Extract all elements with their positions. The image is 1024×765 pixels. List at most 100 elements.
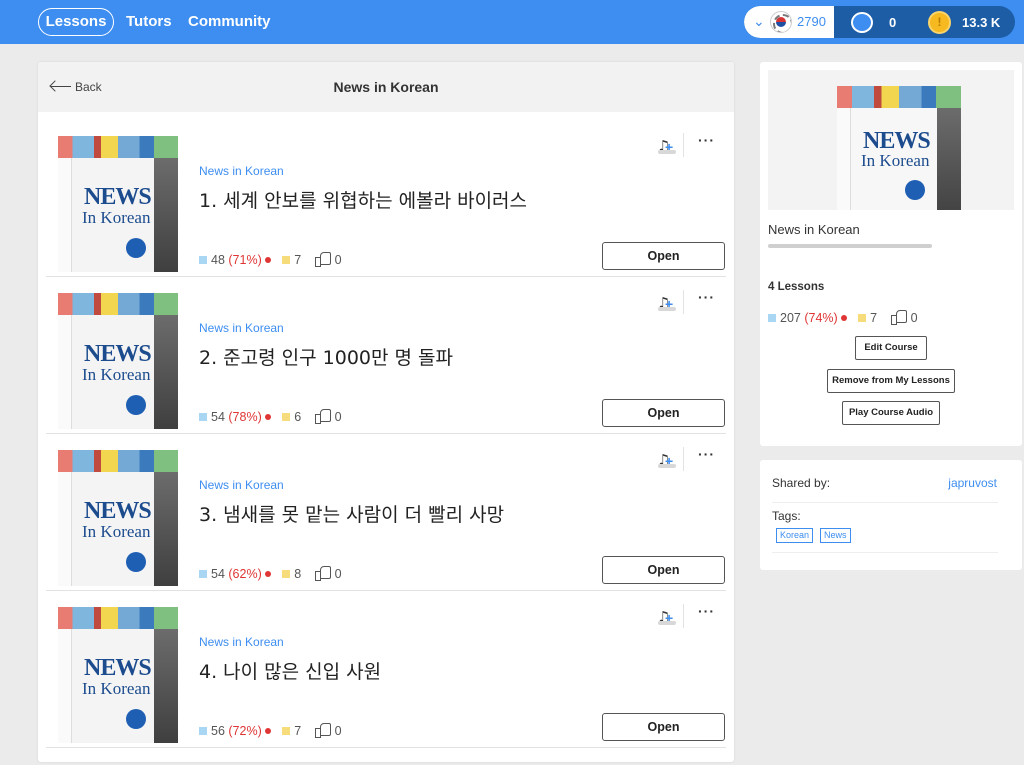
page-title: News in Korean (333, 79, 439, 95)
open-lesson-button[interactable]: Open (602, 242, 725, 270)
tag-news[interactable]: News (820, 528, 851, 543)
playlist-underline (658, 464, 676, 468)
new-words-count: 56 (211, 724, 225, 738)
lingqs-square-icon (282, 570, 291, 578)
open-lesson-button[interactable]: Open (602, 399, 725, 427)
thumbs-up-icon[interactable] (314, 409, 331, 424)
more-options-icon[interactable]: ··· (698, 289, 715, 305)
thumbs-up-icon[interactable] (314, 723, 331, 738)
add-to-playlist-icon[interactable]: ♫ + (656, 136, 676, 155)
cover-strip (58, 136, 178, 158)
lesson-card: NEWS In Korean News in Korean 3. 냄새를 못 맡… (46, 434, 726, 591)
lesson-category-link[interactable]: News in Korean (199, 635, 284, 649)
new-words-count: 54 (211, 410, 225, 424)
lingqs-square-icon (858, 314, 867, 322)
cover-in-korean-text: In Korean (82, 522, 151, 541)
cover-spine (58, 315, 72, 429)
cover-badge (126, 395, 146, 415)
more-options-icon[interactable]: ··· (698, 603, 715, 619)
new-words-percent: (72%) (228, 724, 262, 738)
coins-count: 13.3 K (962, 15, 1001, 30)
status-dot-icon (264, 571, 271, 577)
lesson-card: NEWS In Korean News in Korean 4. 나이 많은 신… (46, 591, 726, 748)
thumbs-up-icon[interactable] (314, 566, 331, 581)
shared-info-panel: Shared by: japruvost Tags: Korean News (760, 460, 1022, 570)
playlist-underline (658, 307, 676, 311)
stats-bar: ⌄ 2790 0 ! 13.3 K (744, 6, 1015, 38)
divider (683, 290, 684, 314)
more-options-icon[interactable]: ··· (698, 446, 715, 462)
open-lesson-button[interactable]: Open (602, 556, 725, 584)
lesson-card: NEWS In Korean News in Korean 2. 준고령 인구 … (46, 277, 726, 434)
thumbs-up-icon[interactable] (314, 252, 331, 267)
shared-by-user-link[interactable]: japruvost (948, 476, 997, 490)
add-to-playlist-icon[interactable]: ♫ + (656, 293, 676, 312)
cover-badge (126, 552, 146, 572)
lesson-title[interactable]: 2. 준고령 인구 1000만 명 돌파 (199, 343, 453, 370)
south-korea-flag-icon (770, 11, 792, 33)
lesson-cover-image[interactable]: NEWS In Korean (58, 607, 178, 743)
lesson-stats: 54 (62%) 8 0 (199, 566, 342, 582)
cover-strip (58, 450, 178, 472)
new-words-count: 48 (211, 253, 225, 267)
tags-label: Tags: (772, 509, 801, 523)
new-words-square-icon (199, 727, 207, 735)
lesson-cover-image[interactable]: NEWS In Korean (58, 450, 178, 586)
new-words-percent: (74%) (804, 311, 838, 325)
cover-photo (937, 108, 961, 210)
lesson-category-link[interactable]: News in Korean (199, 478, 284, 492)
add-to-playlist-icon[interactable]: ♫ + (656, 607, 676, 626)
new-words-square-icon (199, 413, 207, 421)
divider (772, 552, 998, 553)
lesson-title[interactable]: 3. 냄새를 못 맡는 사람이 더 빨리 사망 (199, 500, 504, 527)
thumbs-up-icon[interactable] (890, 310, 907, 325)
lesson-cover-image[interactable]: NEWS In Korean (58, 136, 178, 272)
chevron-down-icon[interactable]: ⌄ (753, 13, 765, 30)
cover-in-korean-text: In Korean (82, 365, 151, 384)
apples-count: 0 (889, 15, 897, 30)
lesson-category-link[interactable]: News in Korean (199, 164, 284, 178)
apple-icon[interactable] (851, 12, 873, 33)
panel-header: Back News in Korean (38, 62, 734, 112)
play-course-audio-button[interactable]: Play Course Audio (842, 401, 940, 425)
cover-news-text: NEWS (84, 184, 152, 210)
likes-count: 0 (910, 311, 918, 325)
cover-in-korean-text: In Korean (82, 679, 151, 698)
lingqs-count: 7 (870, 311, 878, 325)
lingqs-count: 7 (294, 724, 302, 738)
open-lesson-button[interactable]: Open (602, 713, 725, 741)
lesson-cover-image[interactable]: NEWS In Korean (58, 293, 178, 429)
nav-community[interactable]: Community (188, 13, 271, 30)
cover-strip (58, 293, 178, 315)
new-words-percent: (71%) (228, 253, 262, 267)
lesson-title[interactable]: 4. 나이 많은 신입 사원 (199, 657, 381, 684)
nav-tutors[interactable]: Tutors (126, 13, 172, 30)
cover-in-korean-text: In Korean (82, 208, 151, 227)
cover-strip (58, 607, 178, 629)
tag-korean[interactable]: Korean (776, 528, 814, 543)
edit-course-button[interactable]: Edit Course (855, 336, 927, 360)
new-words-square-icon (768, 314, 776, 322)
new-words-square-icon (199, 570, 207, 578)
add-to-playlist-icon[interactable]: ♫ + (656, 450, 676, 469)
likes-count: 0 (334, 724, 342, 738)
remove-from-my-lessons-button[interactable]: Remove from My Lessons (827, 369, 955, 393)
lesson-stats: 48 (71%) 7 0 (199, 252, 342, 268)
cover-news-text: NEWS (84, 655, 152, 681)
lesson-title[interactable]: 1. 세계 안보를 위협하는 에볼라 바이러스 (199, 186, 527, 213)
cover-spine (837, 108, 851, 210)
likes-count: 0 (334, 410, 342, 424)
course-lessons-panel: Back News in Korean NEWS In Korean News … (38, 62, 734, 762)
coin-icon[interactable]: ! (928, 11, 951, 34)
more-options-icon[interactable]: ··· (698, 132, 715, 148)
playlist-underline (658, 150, 676, 154)
lesson-category-link[interactable]: News in Korean (199, 321, 284, 335)
new-words-percent: (62%) (228, 567, 262, 581)
language-selector[interactable]: ⌄ 2790 (744, 6, 834, 38)
nav-lessons[interactable]: Lessons (38, 8, 114, 36)
likes-count: 0 (334, 567, 342, 581)
status-dot-icon (264, 257, 271, 263)
cover-spine (58, 629, 72, 743)
lingqs-square-icon (282, 727, 291, 735)
course-cover-image[interactable]: NEWS In Korean (837, 86, 961, 210)
